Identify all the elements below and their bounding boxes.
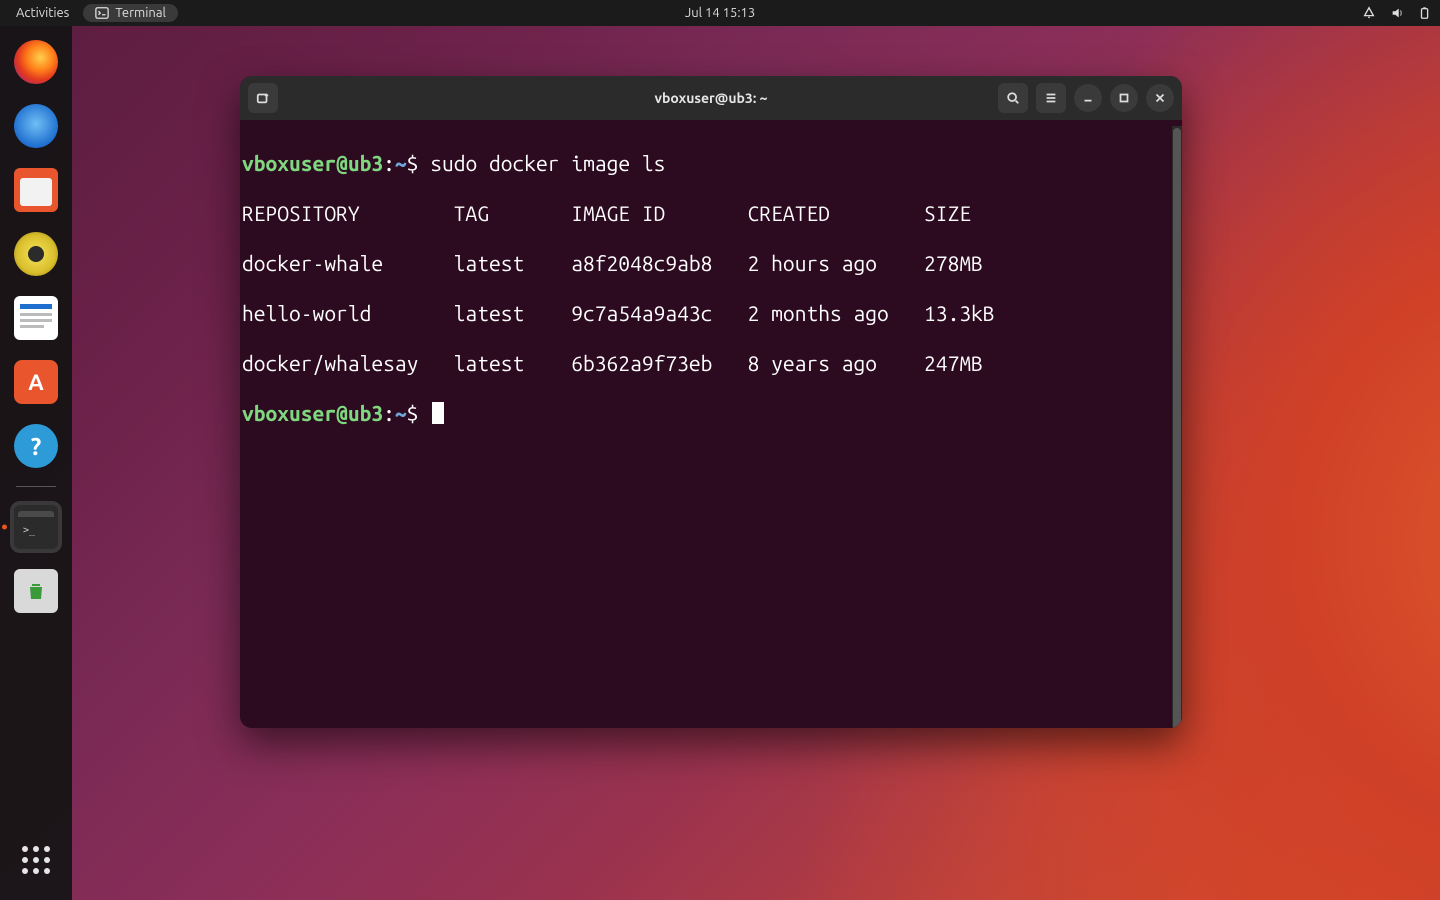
help-icon: ? [14, 424, 58, 468]
scrollbar-thumb[interactable] [1173, 128, 1181, 728]
maximize-icon [1117, 91, 1131, 105]
search-icon [1006, 91, 1020, 105]
table-row: docker/whalesaylatest6b362a9f73eb8 years… [240, 351, 1172, 376]
new-tab-button[interactable] [248, 83, 278, 113]
search-button[interactable] [998, 83, 1028, 113]
gnome-top-bar: Activities Terminal Jul 14 15:13 [0, 0, 1440, 26]
prompt-path: ~ [395, 151, 407, 175]
header-image-id: IMAGE ID [571, 201, 747, 226]
focused-app-indicator[interactable]: Terminal [83, 4, 178, 22]
terminal-scrollbar[interactable] [1172, 126, 1182, 728]
firefox-icon [14, 40, 58, 84]
maximize-button[interactable] [1110, 84, 1138, 112]
dock-item-libreoffice-writer[interactable] [10, 292, 62, 344]
dash-dock: A ? >_ [0, 26, 72, 900]
header-size: SIZE [924, 201, 1018, 226]
activities-button[interactable]: Activities [8, 6, 77, 20]
close-icon [1153, 91, 1167, 105]
table-row: hello-worldlatest9c7a54a9a43c2 months ag… [240, 301, 1172, 326]
header-tag: TAG [454, 201, 572, 226]
prompt-user: vboxuser [242, 151, 336, 175]
dock-item-trash[interactable] [10, 565, 62, 617]
terminal-cursor [432, 402, 444, 424]
terminal-output[interactable]: vboxuser@ub3:~$ sudo docker image ls REP… [240, 126, 1172, 728]
volume-icon[interactable] [1390, 6, 1404, 20]
window-title: vboxuser@ub3: ~ [655, 90, 768, 106]
files-icon [14, 168, 58, 212]
command-text: sudo docker image ls [430, 151, 665, 175]
libreoffice-writer-icon [14, 296, 58, 340]
window-titlebar[interactable]: vboxuser@ub3: ~ [240, 76, 1182, 120]
hamburger-menu-button[interactable] [1036, 83, 1066, 113]
minimize-icon [1081, 91, 1095, 105]
terminal-window: vboxuser@ub3: ~ vboxuser@ub3:~$ sudo doc… [240, 76, 1182, 728]
dock-item-firefox[interactable] [10, 36, 62, 88]
network-icon[interactable] [1362, 6, 1376, 20]
dock-item-help[interactable]: ? [10, 420, 62, 472]
new-tab-icon [256, 91, 270, 105]
thunderbird-icon [14, 104, 58, 148]
minimize-button[interactable] [1074, 84, 1102, 112]
table-row: docker-whalelatesta8f2048c9ab82 hours ag… [240, 251, 1172, 276]
dock-item-rhythmbox[interactable] [10, 228, 62, 280]
terminal-icon [95, 6, 109, 20]
dock-item-files[interactable] [10, 164, 62, 216]
rhythmbox-icon [14, 232, 58, 276]
prompt-host: ub3 [348, 151, 383, 175]
clock[interactable]: Jul 14 15:13 [685, 6, 755, 20]
show-applications-button[interactable] [10, 834, 62, 886]
software-center-icon: A [14, 360, 58, 404]
power-icon[interactable] [1418, 6, 1432, 20]
terminal-body[interactable]: vboxuser@ub3:~$ sudo docker image ls REP… [240, 120, 1182, 728]
terminal-app-icon: >_ [14, 505, 58, 549]
trash-icon [14, 569, 58, 613]
hamburger-icon [1044, 91, 1058, 105]
header-created: CREATED [748, 201, 924, 226]
dock-item-software[interactable]: A [10, 356, 62, 408]
dock-item-thunderbird[interactable] [10, 100, 62, 152]
close-button[interactable] [1146, 84, 1174, 112]
apps-grid-icon [19, 843, 53, 877]
header-repository: REPOSITORY [242, 201, 454, 226]
focused-app-label: Terminal [115, 6, 166, 20]
dock-item-terminal[interactable]: >_ [10, 501, 62, 553]
dock-divider [16, 486, 56, 487]
